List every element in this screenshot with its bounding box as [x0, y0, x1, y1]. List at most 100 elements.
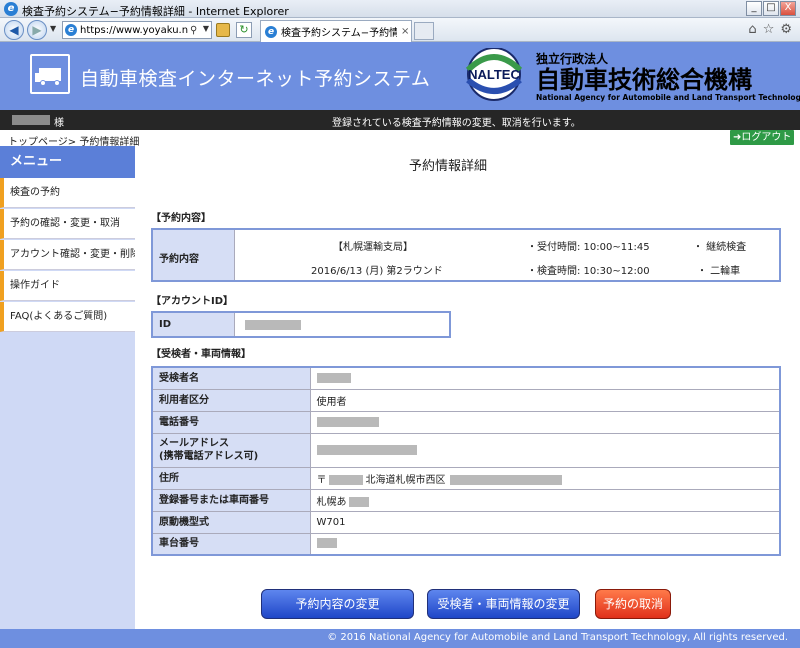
sidebar-item-confirm-change-cancel[interactable]: 予約の確認・変更・取消 — [0, 209, 135, 239]
user-type-value: 使用者 — [309, 388, 781, 412]
forward-arrow-icon[interactable]: ▶ — [27, 20, 47, 40]
table-row: メールアドレス (携帯電話アドレス可) — [151, 432, 781, 468]
logout-label: ログアウト — [741, 132, 792, 143]
table-row: 原動機型式 W701 — [151, 510, 781, 534]
reservation-vehicle-type: ・ 二輪車 — [697, 266, 741, 277]
tab-close-icon[interactable]: × — [401, 26, 409, 37]
examinee-section-label: 【受検者・車両情報】 — [151, 349, 251, 360]
org-block: 独立行政法人 自動車技術総合機構 National Agency for Aut… — [536, 50, 800, 102]
user-bar: 様 登録されている検査予約情報の変更、取消を行います。 — [0, 110, 800, 130]
browser-right-icons: ⌂ ☆ ⚙ — [748, 22, 792, 37]
table-row: 登録番号または車両番号 札幌あ — [151, 488, 781, 512]
postal-mark: 〒 — [316, 474, 327, 486]
change-vehicle-info-button[interactable]: 受検者・車両情報の変更 — [427, 589, 580, 619]
examinee-table: 受検者名 利用者区分 使用者 電話番号 メールアドレス (携帯電話アドレス可) … — [151, 366, 781, 556]
close-button[interactable]: X — [780, 1, 796, 16]
table-row: 受検者名 — [151, 366, 781, 390]
footer: © 2016 National Agency for Automobile an… — [0, 629, 800, 648]
reservation-box: 予約内容 【札幌運輸支局】 2016/6/13 (月) 第2ラウンド ・受付時間… — [151, 228, 781, 282]
window-controls: _ □ X — [746, 1, 796, 16]
sidebar: メニュー 検査の予約 予約の確認・変更・取消 アカウント確認・変更・削除 操作ガ… — [0, 146, 135, 629]
engine-model-label: 原動機型式 — [151, 510, 311, 534]
engine-model-value: W701 — [309, 510, 781, 534]
org-type: 独立行政法人 — [536, 52, 609, 66]
address-city: 北海道札幌市西区 — [365, 474, 446, 486]
phone-mask — [316, 416, 379, 427]
table-row: 住所 〒 北海道札幌市西区 — [151, 466, 781, 490]
browser-navbar: ◀ ▶ ▼ e https://www.yoyaku.nalte... ⚲ ▼ … — [0, 18, 800, 42]
naltec-logo: NALTEC — [465, 48, 523, 101]
registration-number-value: 札幌あ — [309, 488, 781, 512]
reservation-inspection-type: ・ 継続検査 — [693, 242, 747, 253]
sidebar-item-account[interactable]: アカウント確認・変更・削除 — [0, 240, 135, 270]
refresh-icon[interactable]: ↻ — [236, 22, 252, 38]
reservation-section-label: 【予約内容】 — [151, 213, 211, 224]
ie-page-icon: e — [65, 24, 77, 36]
postal-mask — [328, 474, 363, 485]
examinee-name-mask — [316, 372, 351, 383]
window-title: 検査予約システム−予約情報詳細 - Internet Explorer — [22, 5, 289, 18]
minimize-button[interactable]: _ — [746, 1, 762, 16]
system-title[interactable]: 自動車検査インターネット予約システム — [80, 64, 430, 91]
sidebar-item-reserve[interactable]: 検査の予約 — [0, 178, 135, 208]
logout-button[interactable]: ➜ログアウト — [730, 130, 794, 145]
gear-icon[interactable]: ⚙ — [780, 22, 792, 37]
account-id-mask — [245, 320, 301, 330]
examinee-name-value — [309, 366, 781, 390]
phone-label: 電話番号 — [151, 410, 311, 434]
naltec-logo-text: NALTEC — [468, 67, 520, 82]
address-dropdown-icon[interactable]: ▼ — [203, 24, 209, 33]
sidebar-item-guide[interactable]: 操作ガイド — [0, 271, 135, 301]
tab-ie-icon: e — [265, 25, 277, 38]
examinee-name-label: 受検者名 — [151, 366, 311, 390]
account-section-label: 【アカウントID】 — [151, 296, 234, 307]
maximize-button[interactable]: □ — [763, 1, 779, 16]
reservation-office: 【札幌運輸支局】 — [333, 242, 413, 253]
truck-logo-icon[interactable] — [30, 54, 70, 94]
registration-number-label: 登録番号または車両番号 — [151, 488, 311, 512]
address-url: https://www.yoyaku.nalte... — [80, 24, 188, 36]
change-reservation-button[interactable]: 予約内容の変更 — [261, 589, 414, 619]
cancel-reservation-button[interactable]: 予約の取消 — [595, 589, 671, 619]
registration-number-mask — [348, 496, 369, 507]
address-value: 〒 北海道札幌市西区 — [309, 466, 781, 490]
sidebar-item-faq[interactable]: FAQ(よくあるご質問) — [0, 302, 135, 332]
lock-icon[interactable] — [216, 23, 230, 37]
history-dropdown-icon[interactable]: ▼ — [50, 24, 56, 33]
back-arrow-icon[interactable]: ◀ — [4, 20, 24, 40]
reservation-inspection-time: ・検査時間: 10:30~12:00 — [527, 266, 650, 277]
address-label: 住所 — [151, 466, 311, 490]
address-bar[interactable]: e https://www.yoyaku.nalte... ⚲ ▼ — [62, 21, 212, 39]
window-titlebar: e 検査予約システム−予約情報詳細 - Internet Explorer _ … — [0, 0, 800, 18]
browser-tab[interactable]: e 検査予約システム−予約情報... × — [260, 20, 412, 42]
phone-value — [309, 410, 781, 434]
table-row: 利用者区分 使用者 — [151, 388, 781, 412]
account-box: ID — [151, 311, 451, 338]
table-row: 電話番号 — [151, 410, 781, 434]
tab-label: 検査予約システム−予約情報... — [281, 28, 397, 39]
org-name: 自動車技術総合機構 — [536, 66, 752, 94]
user-suffix: 様 — [54, 118, 64, 129]
page-title: 予約情報詳細 — [409, 159, 488, 174]
email-mask — [316, 444, 417, 455]
chassis-number-label: 車台番号 — [151, 532, 311, 556]
user-bar-message: 登録されている検査予約情報の変更、取消を行います。 — [332, 118, 581, 129]
sidebar-menu-header: メニュー — [0, 146, 135, 178]
table-row: 車台番号 — [151, 532, 781, 556]
email-label: メールアドレス (携帯電話アドレス可) — [151, 432, 311, 468]
chassis-number-mask — [316, 538, 337, 549]
user-name-mask — [12, 115, 50, 125]
favorites-star-icon[interactable]: ☆ — [763, 22, 775, 37]
new-tab-button[interactable] — [414, 22, 434, 40]
reservation-row-label: 予約内容 — [159, 254, 199, 265]
org-name-en: National Agency for Automobile and Land … — [536, 93, 800, 102]
chassis-number-value — [309, 532, 781, 556]
account-id-label: ID — [159, 319, 172, 330]
home-icon[interactable]: ⌂ — [748, 22, 756, 37]
footer-copyright: © 2016 National Agency for Automobile an… — [327, 632, 788, 643]
user-type-label: 利用者区分 — [151, 388, 311, 412]
address-mask — [449, 474, 562, 485]
reservation-reception-time: ・受付時間: 10:00~11:45 — [527, 242, 650, 253]
email-value — [309, 432, 781, 468]
search-icon[interactable]: ⚲ — [190, 25, 197, 36]
